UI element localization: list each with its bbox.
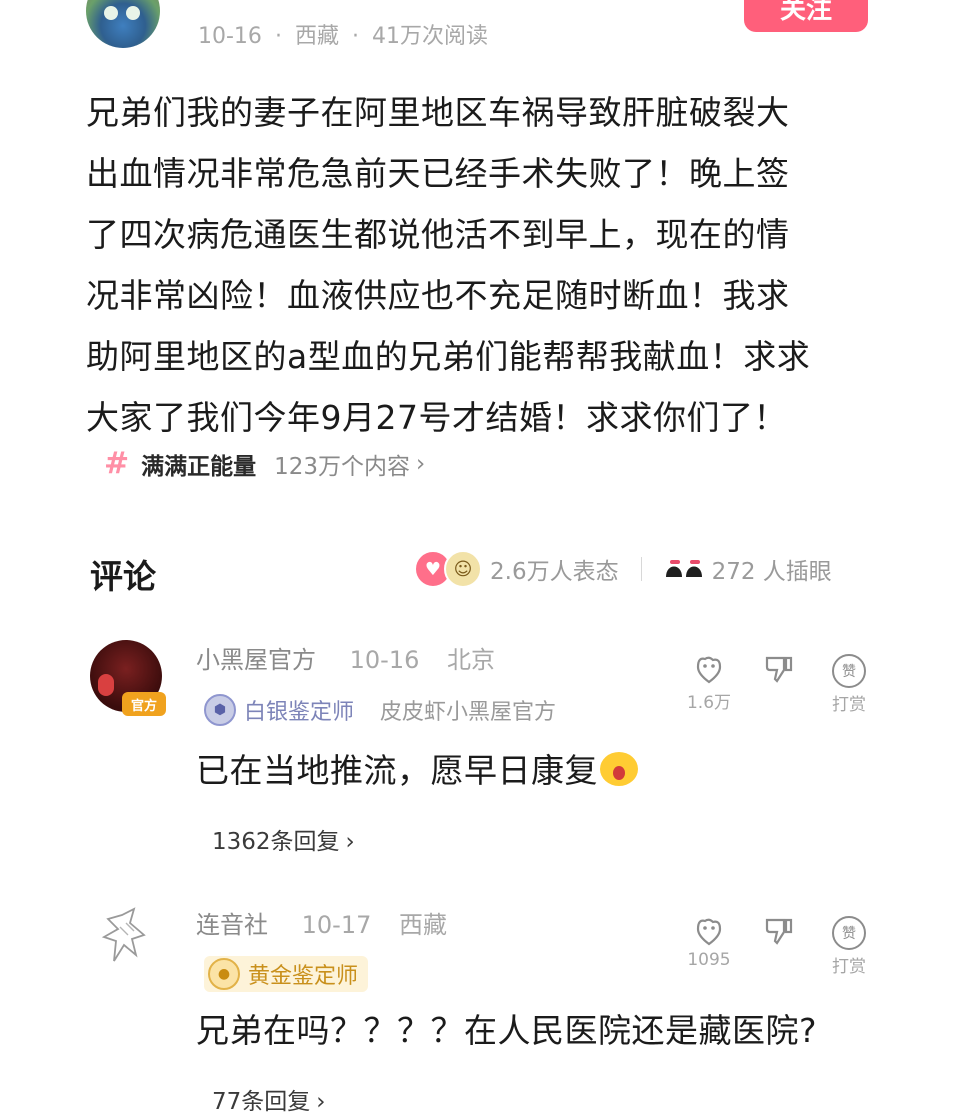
reaction-count: 2.6万人表态 <box>490 559 619 585</box>
gold-cert-icon: ● <box>208 958 240 990</box>
author-avatar[interactable] <box>86 0 160 48</box>
eyes-icon <box>665 560 702 577</box>
chevron-right-icon: › <box>316 1089 326 1115</box>
post-read-count: 41万次阅读 <box>371 24 488 49</box>
comment-actions: 1.6万 赞 打赏 <box>674 652 884 715</box>
replies-link[interactable]: 1362条回复 › <box>212 822 355 856</box>
comment-location: 西藏 <box>399 911 448 939</box>
cert-row: ● 黄金鉴定师 <box>204 956 369 992</box>
reward-icon: 赞 <box>832 916 866 950</box>
crying-emoji-icon <box>600 752 638 786</box>
post-line: 大家了我们今年9月27号才结婚！求求你们了！ <box>86 398 787 437</box>
topic-name: 满满正能量 <box>141 453 257 480</box>
meta-separator: · <box>351 24 359 49</box>
comment-header: 连音社 10-17 西藏 <box>196 905 467 940</box>
reaction-stats[interactable]: ♥ ☺ 2.6万人表态 272 人插眼 <box>414 550 832 588</box>
post-line: 况非常凶险！血液供应也不充足随时断血！我求 <box>86 276 790 315</box>
avatar-eye-left <box>104 6 118 20</box>
post-line: 出血情况非常危急前天已经手术失败了！晚上签 <box>86 154 790 193</box>
topic-count: 123万个内容 <box>274 453 411 480</box>
commenter-avatar[interactable] <box>100 905 156 965</box>
thumbs-down-icon <box>765 918 793 945</box>
face-reaction-icon: ☺ <box>444 550 482 588</box>
post-content: 兄弟们我的妻子在阿里地区车祸导致肝脏破裂大 出血情况非常危急前天已经手术失败了！… <box>86 82 886 448</box>
commenter-name[interactable]: 连音社 <box>196 911 268 939</box>
topic-tag[interactable]: # 满满正能量 123万个内容 › <box>104 446 425 481</box>
gold-cert-pill[interactable]: ● 黄金鉴定师 <box>204 956 369 992</box>
divider <box>640 557 642 581</box>
comment-date: 10-16 <box>349 646 420 674</box>
commenter-tagline: 皮皮虾小黑屋官方 <box>380 700 557 725</box>
chevron-right-icon: › <box>345 829 355 855</box>
comment-header: 小黑屋官方 10-16 北京 <box>196 640 515 675</box>
avatar-lamp <box>98 674 114 696</box>
thumbs-down-button[interactable] <box>744 652 814 686</box>
comment-text-content: 已在当地推流，愿早日康复 <box>196 751 598 790</box>
thumbs-up-button[interactable]: 1.6万 <box>674 652 744 713</box>
like-count: 1.6万 <box>686 693 732 713</box>
cert-label: 黄金鉴定师 <box>248 964 359 989</box>
reward-button[interactable]: 赞 打赏 <box>814 914 884 977</box>
post-line: 助阿里地区的a型血的兄弟们能帮帮我献血！求求 <box>86 337 811 376</box>
reward-button[interactable]: 赞 打赏 <box>814 652 884 715</box>
cert-label[interactable]: 白银鉴定师 <box>244 694 354 726</box>
thumbs-up-button[interactable]: 1095 <box>674 914 744 970</box>
like-count: 1095 <box>687 950 731 970</box>
post-line: 兄弟们我的妻子在阿里地区车祸导致肝脏破裂大 <box>86 93 790 132</box>
cert-row: ⬢ 白银鉴定师 皮皮虾小黑屋官方 <box>204 694 556 726</box>
reward-icon: 赞 <box>832 654 866 688</box>
post-line: 了四次病危通医生都说他活不到早上，现在的情 <box>86 215 790 254</box>
post-date: 10-16 <box>198 24 262 49</box>
reward-label: 打赏 <box>832 695 866 715</box>
thumbs-down-button[interactable] <box>744 914 814 948</box>
chevron-right-icon: › <box>416 450 426 477</box>
replies-count: 1362条回复 <box>212 829 340 855</box>
thumbs-up-icon <box>696 918 722 946</box>
avatar-eye-right <box>126 6 140 20</box>
thumbs-down-icon <box>765 656 793 683</box>
meta-separator: · <box>274 24 282 49</box>
comment-text: 兄弟在吗？？？？在人民医院还是藏医院? <box>196 1011 818 1050</box>
comment-text: 已在当地推流，愿早日康复 <box>196 744 638 792</box>
comment-date: 10-17 <box>301 911 372 939</box>
post-meta: 10-16 · 西藏 · 41万次阅读 <box>198 18 488 50</box>
silver-cert-icon: ⬢ <box>204 694 236 726</box>
comment-meta: 10-16 北京 <box>350 646 515 674</box>
replies-count: 77条回复 <box>212 1089 311 1115</box>
reward-label: 打赏 <box>832 957 866 977</box>
follow-button[interactable]: 关注 <box>744 0 868 32</box>
commenter-name[interactable]: 小黑屋官方 <box>196 646 316 674</box>
comments-title: 评论 <box>90 557 156 596</box>
comment-location: 北京 <box>447 646 496 674</box>
hash-icon: # <box>104 446 130 481</box>
replies-link[interactable]: 77条回复 › <box>212 1082 325 1116</box>
comment-actions: 1095 赞 打赏 <box>674 914 884 977</box>
post-location: 西藏 <box>294 24 339 49</box>
eyes-count: 272 人插眼 <box>711 559 832 585</box>
thumbs-up-icon <box>696 656 722 684</box>
comment-meta: 10-17 西藏 <box>302 911 467 939</box>
official-badge: 官方 <box>122 692 166 716</box>
